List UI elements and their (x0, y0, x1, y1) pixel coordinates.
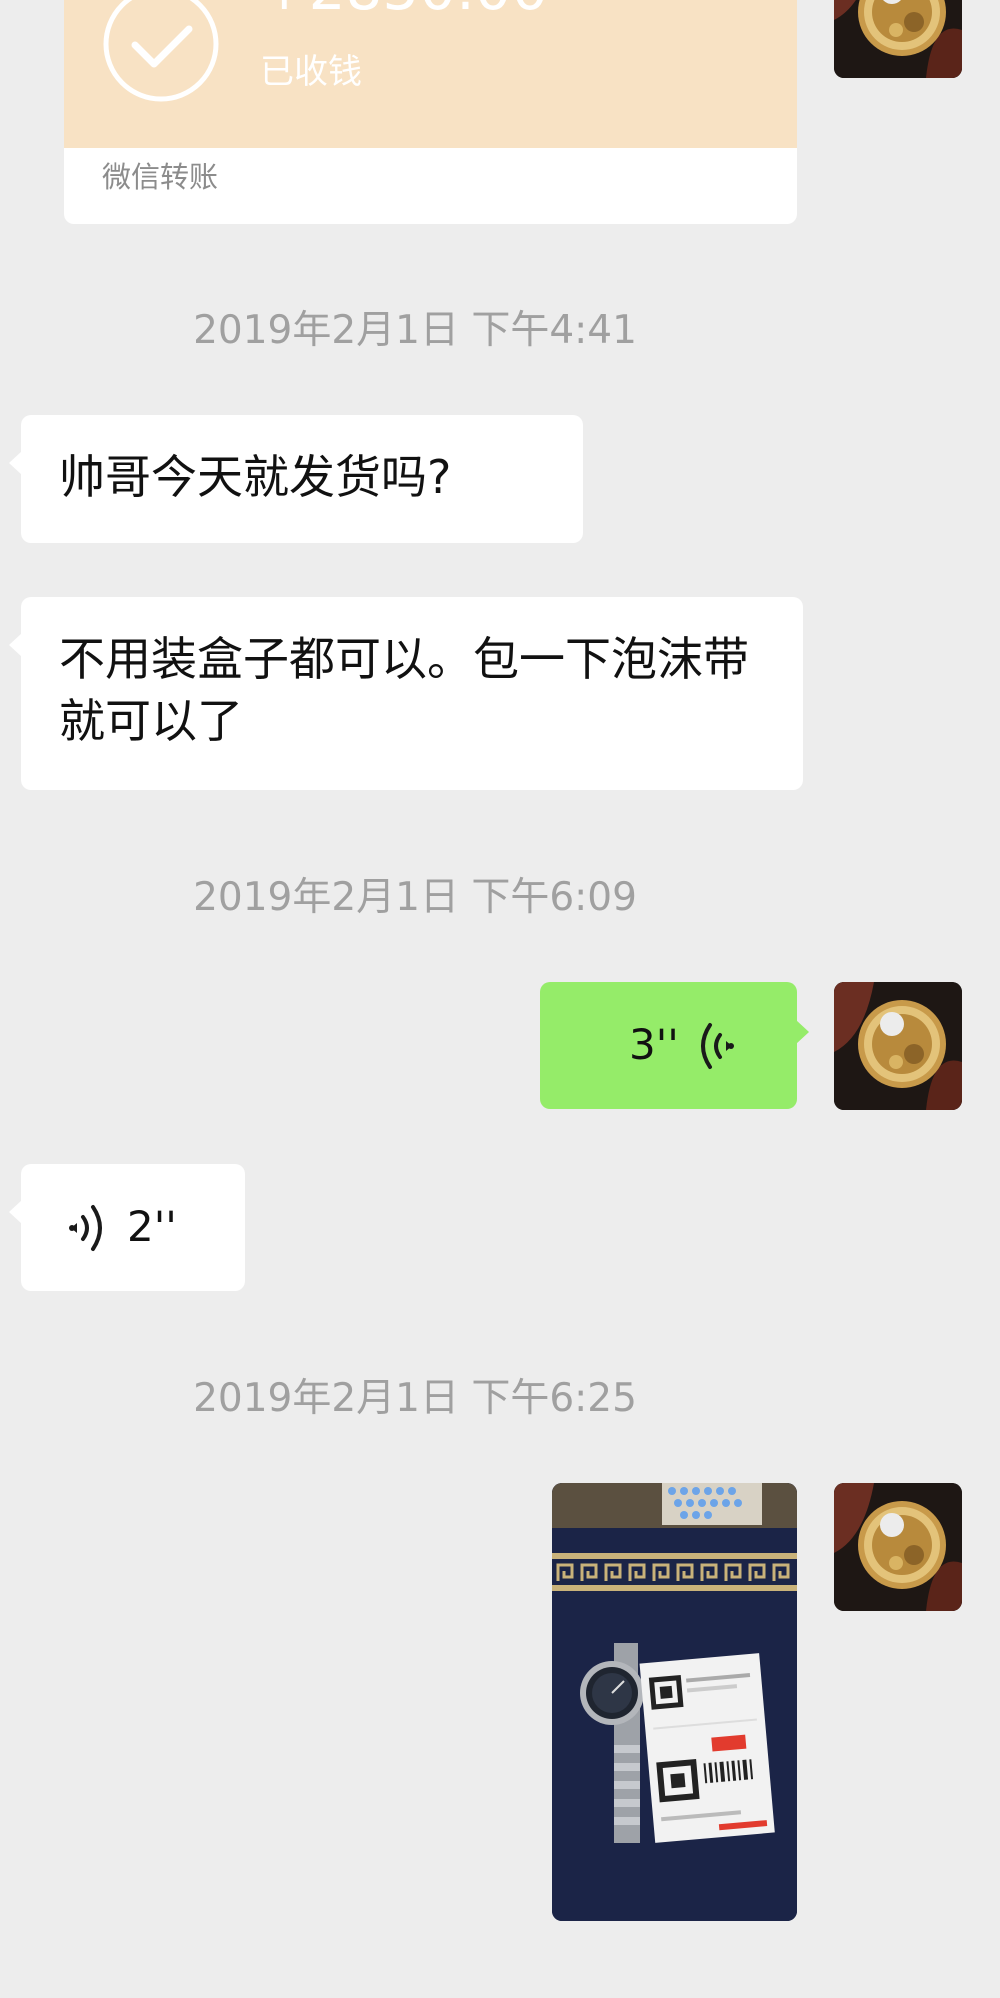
voice-duration: 2'' (127, 1202, 177, 1251)
voice-wave-icon (701, 1023, 734, 1069)
outgoing-voice-message[interactable]: 3'' (540, 982, 809, 1109)
voice-wave-icon (69, 1205, 102, 1251)
incoming-message-bubble[interactable]: 不用装盒子都可以。包一下泡沫带就可以了 (9, 597, 803, 790)
avatar[interactable] (834, 1483, 962, 1611)
transfer-card[interactable]: +2850.00 已收钱 微信转账 (64, 0, 797, 224)
chat-view: +2850.00 已收钱 微信转账 2019年2月1日 下午4:41 帅哥今天就… (0, 0, 1000, 1998)
watch-avatar-image (834, 0, 962, 78)
timestamp: 2019年2月1日 下午6:09 (193, 875, 637, 920)
watch-avatar-image (834, 982, 962, 1110)
transfer-card-header: +2850.00 已收钱 (64, 0, 797, 148)
transfer-amount: +2850.00 (260, 0, 548, 18)
message-text: 帅哥今天就发货吗? (59, 450, 452, 504)
avatar[interactable] (834, 0, 962, 78)
transfer-footer-label: 微信转账 (102, 160, 219, 194)
incoming-message-bubble[interactable]: 帅哥今天就发货吗? (9, 415, 583, 543)
outgoing-photo-message[interactable] (552, 1483, 797, 1921)
transfer-status: 已收钱 (260, 52, 362, 92)
check-circle-icon (103, 0, 219, 102)
avatar[interactable] (834, 982, 962, 1110)
incoming-voice-message[interactable]: 2'' (9, 1164, 245, 1291)
watch-avatar-image (834, 1483, 962, 1611)
watch-package-photo (552, 1483, 797, 1921)
message-text: 不用装盒子都可以。包一下泡沫带就可以了 (59, 632, 749, 748)
timestamp: 2019年2月1日 下午4:41 (193, 308, 637, 353)
voice-duration: 3'' (629, 1020, 679, 1069)
timestamp: 2019年2月1日 下午6:25 (193, 1376, 637, 1421)
